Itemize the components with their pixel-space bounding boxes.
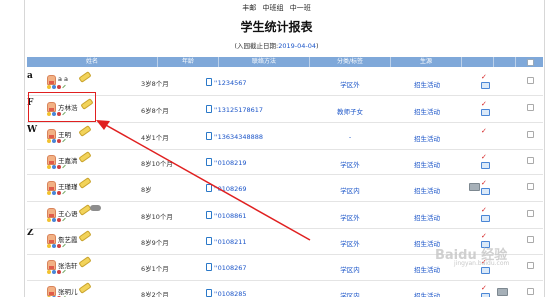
transfer-icon[interactable] bbox=[469, 183, 480, 191]
report-page: 丰邮 中班组 中一班 学生统计报表 (入园截止日期:2019-04-04) 姓名… bbox=[0, 0, 553, 297]
transfer-icon[interactable] bbox=[497, 288, 508, 296]
watermark-url: jingyan.baidu.com bbox=[454, 260, 510, 267]
cloud-icon bbox=[90, 205, 101, 211]
